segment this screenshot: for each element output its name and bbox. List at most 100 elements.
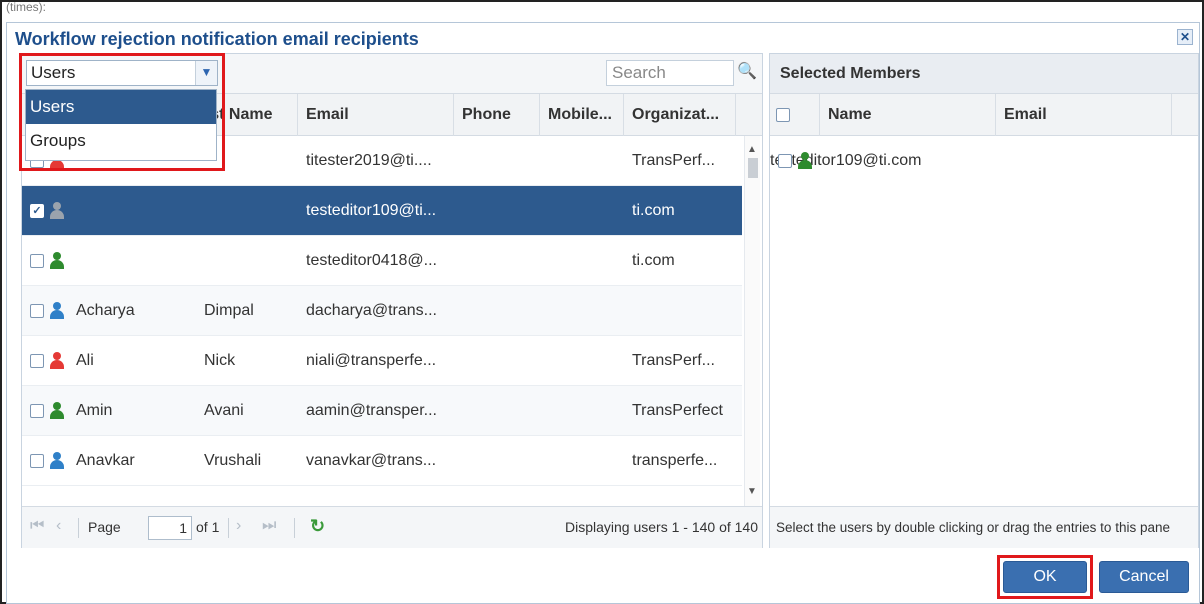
left-toolbar: Users ▼ Search 🔍 xyxy=(22,54,762,94)
prev-page-icon[interactable]: ‹ xyxy=(56,517,61,535)
column-phone[interactable]: Phone xyxy=(454,94,540,136)
cell-mobile xyxy=(548,386,624,436)
cell-mobile xyxy=(548,436,624,486)
user-icon xyxy=(50,352,64,370)
column-email[interactable]: Email xyxy=(298,94,454,136)
cell-last-name: Ali xyxy=(76,352,94,369)
select-all-checkbox[interactable] xyxy=(770,94,820,136)
cell-email: niali@transperfe... xyxy=(306,352,437,369)
ok-button[interactable]: OK xyxy=(1003,561,1087,593)
cell-email: dacharya@trans... xyxy=(306,302,437,319)
type-dropdown-menu: Users Groups xyxy=(25,89,217,161)
right-grid-header: Name Email xyxy=(770,94,1198,136)
refresh-icon[interactable]: ↻ xyxy=(310,516,325,537)
scroll-thumb[interactable] xyxy=(748,158,758,178)
cell-email: testeditor0418@... xyxy=(306,252,437,269)
page-number-input[interactable]: 1 xyxy=(148,516,192,540)
user-icon xyxy=(50,202,64,220)
type-select[interactable]: Users ▼ xyxy=(26,60,218,86)
dropdown-option-users[interactable]: Users xyxy=(26,90,216,124)
user-icon xyxy=(50,452,64,470)
cell-last-name: Acharya xyxy=(76,302,135,319)
cell-organization: TransPerfect xyxy=(632,402,723,419)
table-row[interactable]: Ali Nick niali@transperfe... TransPerf... xyxy=(22,336,742,386)
divider xyxy=(228,518,229,538)
drop-hint: Select the users by double clicking or d… xyxy=(770,506,1198,548)
row-checkbox[interactable] xyxy=(30,354,44,368)
selected-member-row[interactable]: testeditor109@ti.com xyxy=(770,136,1198,186)
cell-email: testeditor109@ti... xyxy=(306,202,437,219)
users-list: titester2019@ti.... TransPerf... ✓ testedit… xyxy=(22,136,742,506)
row-checkbox[interactable] xyxy=(30,454,44,468)
cell-mobile xyxy=(548,286,624,336)
column-mobile[interactable]: Mobile... xyxy=(540,94,624,136)
last-page-icon[interactable]: ⏭ xyxy=(262,517,276,535)
cell-organization: ti.com xyxy=(632,252,675,269)
row-checkbox[interactable] xyxy=(30,304,44,318)
column-name[interactable]: Name xyxy=(820,94,996,136)
pagination-bar: ⏮ ‹ Page 1 of 1 › ⏭ ↻ Displaying users 1… xyxy=(22,506,762,548)
cell-last-name xyxy=(76,236,196,286)
cell-email: testeditor109@ti.com xyxy=(770,152,922,169)
page-total: of 1 xyxy=(196,519,220,535)
cell-first-name: Dimpal xyxy=(204,302,254,319)
cell-email: aamin@transper... xyxy=(306,402,437,419)
user-icon xyxy=(798,152,812,170)
dropdown-option-groups[interactable]: Groups xyxy=(26,124,216,158)
search-icon[interactable]: 🔍 xyxy=(736,60,758,86)
user-icon xyxy=(50,252,64,270)
cell-first-name: Avani xyxy=(204,402,244,419)
type-select-value: Users xyxy=(31,63,76,82)
close-icon[interactable]: ✕ xyxy=(1177,29,1193,45)
cell-mobile xyxy=(548,136,624,186)
row-checkbox[interactable] xyxy=(778,154,792,168)
cell-first-name xyxy=(204,236,296,286)
search-input[interactable]: Search xyxy=(606,60,734,86)
left-scrollbar[interactable]: ▲ ▼ xyxy=(744,136,760,506)
chevron-down-icon[interactable]: ▼ xyxy=(195,61,217,85)
first-page-icon[interactable]: ⏮ xyxy=(30,517,44,535)
cell-phone xyxy=(462,386,540,436)
user-icon xyxy=(50,302,64,320)
user-icon xyxy=(50,402,64,420)
table-row[interactable]: Acharya Dimpal dacharya@trans... xyxy=(22,286,742,336)
column-email[interactable]: Email xyxy=(996,94,1172,136)
background-label: (times): xyxy=(6,2,46,14)
cell-phone xyxy=(462,136,540,186)
scroll-up-icon[interactable]: ▲ xyxy=(747,144,757,155)
row-checkbox[interactable] xyxy=(30,254,44,268)
next-page-icon[interactable]: › xyxy=(236,517,241,535)
cell-organization: TransPerf... xyxy=(632,152,715,169)
cell-last-name: Amin xyxy=(76,402,113,419)
row-checkbox[interactable]: ✓ xyxy=(30,204,44,218)
selected-members-panel: Selected Members Name Email testeditor10… xyxy=(769,53,1199,548)
cell-first-name: Nick xyxy=(204,352,236,369)
cell-organization: TransPerf... xyxy=(632,352,715,369)
column-organization[interactable]: Organizat... xyxy=(624,94,736,136)
cell-first-name xyxy=(204,136,296,186)
scroll-down-icon[interactable]: ▼ xyxy=(747,486,757,497)
display-count: Displaying users 1 - 140 of 140 xyxy=(565,519,758,535)
cell-mobile xyxy=(548,186,624,236)
cell-email: vanavkar@trans... xyxy=(306,452,437,469)
checkbox[interactable] xyxy=(776,108,790,122)
selected-members-title: Selected Members xyxy=(770,54,1198,94)
row-checkbox[interactable] xyxy=(30,404,44,418)
cell-mobile xyxy=(548,336,624,386)
table-row[interactable]: Anavkar Vrushali vanavkar@trans... transper… xyxy=(22,436,742,486)
cell-mobile xyxy=(548,236,624,286)
cell-phone xyxy=(462,436,540,486)
cell-last-name xyxy=(76,186,196,236)
cell-phone xyxy=(462,286,540,336)
cell-phone xyxy=(462,236,540,286)
divider xyxy=(294,518,295,538)
cell-phone xyxy=(462,186,540,236)
window-frame: (times): Workflow rejection notification… xyxy=(0,0,1204,604)
table-row[interactable]: Amin Avani aamin@transper... TransPerfect xyxy=(22,386,742,436)
cell-first-name xyxy=(204,186,296,236)
table-row[interactable]: testeditor0418@... ti.com xyxy=(22,236,742,286)
table-row[interactable]: ✓ testeditor109@ti... ti.com xyxy=(22,186,742,236)
cell-last-name: Anavkar xyxy=(76,452,135,469)
cancel-button[interactable]: Cancel xyxy=(1099,561,1189,593)
cell-phone xyxy=(462,336,540,386)
